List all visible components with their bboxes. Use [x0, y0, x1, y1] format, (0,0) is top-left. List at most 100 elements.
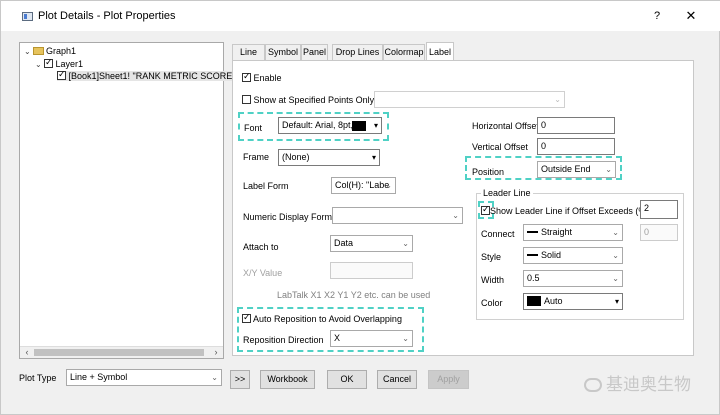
attach-to-dropdown[interactable]: Data ⌄: [330, 235, 413, 252]
tab-line[interactable]: Line: [232, 44, 265, 60]
scroll-right-icon[interactable]: ›: [210, 347, 222, 358]
vertical-offset-value: 0: [541, 141, 547, 151]
show-points-checkbox[interactable]: [242, 95, 251, 104]
plot-checkbox[interactable]: [57, 69, 66, 80]
tree-node-plot[interactable]: [Book1]Sheet1! "RANK METRIC SCORE"(c: [57, 69, 245, 81]
scroll-thumb[interactable]: [34, 349, 204, 356]
window-title: Plot Details - Plot Properties: [38, 10, 176, 22]
chat-bubble-icon: [584, 378, 602, 392]
straight-line-icon: [527, 231, 538, 233]
caret-down-icon: ▾: [371, 153, 376, 162]
auto-reposition-text: Auto Reposition to Avoid Overlapping: [253, 314, 402, 324]
frame-value: (None): [282, 152, 310, 162]
horizontal-scrollbar[interactable]: ‹ ›: [20, 346, 223, 358]
leader-threshold-value: 2: [644, 203, 650, 213]
workbook-button[interactable]: Workbook: [260, 370, 315, 389]
chevron-down-icon[interactable]: ⌄: [35, 60, 44, 69]
show-points-option[interactable]: Show at Specified Points Only: [242, 95, 374, 105]
auto-reposition-checkbox[interactable]: [242, 312, 251, 323]
scroll-left-icon[interactable]: ‹: [21, 347, 33, 358]
tree-node-label: [Book1]Sheet1! "RANK METRIC SCORE"(c: [68, 71, 243, 81]
color-value: Auto: [544, 296, 563, 306]
tree-node-label: Graph1: [46, 46, 77, 56]
ok-button[interactable]: OK: [327, 370, 367, 389]
chevron-down-icon: ⌄: [402, 239, 409, 248]
position-label: Position: [472, 167, 505, 177]
watermark-text: 基迪奥生物: [606, 375, 691, 394]
close-button[interactable]: ✕: [681, 7, 701, 25]
tab-colormap[interactable]: Colormap: [383, 44, 425, 60]
chevron-down-icon: ⌄: [402, 334, 409, 343]
show-leader-line-checkbox[interactable]: [481, 204, 490, 215]
font-color-swatch[interactable]: [352, 121, 366, 131]
label-tab-panel: Enable Show at Specified Points Only ⌄ F…: [232, 60, 694, 356]
reposition-direction-label: Reposition Direction: [243, 335, 324, 345]
cancel-button[interactable]: Cancel: [377, 370, 417, 389]
expand-button[interactable]: >>: [230, 370, 250, 389]
watermark: 基迪奥生物: [584, 370, 691, 395]
style-label: Style: [481, 252, 502, 262]
vertical-offset-input[interactable]: 0: [537, 138, 615, 155]
tab-label[interactable]: Label: [426, 42, 454, 61]
vertical-offset-label: Vertical Offset: [472, 142, 528, 152]
font-value: Default: Arial, 8pt,: [282, 120, 354, 130]
attach-to-value: Data: [334, 238, 354, 248]
show-points-text: Show at Specified Points Only: [253, 95, 375, 105]
chevron-down-icon[interactable]: ⌄: [24, 47, 33, 56]
position-value: Outside End: [541, 164, 591, 174]
caret-down-icon: ▾: [614, 297, 619, 306]
auto-reposition-option[interactable]: Auto Reposition to Avoid Overlapping: [242, 312, 402, 324]
apply-button[interactable]: Apply: [428, 370, 469, 389]
plot-type-label: Plot Type: [19, 373, 57, 383]
label-form-dropdown[interactable]: Col(H): "Labe ⌄: [331, 177, 396, 194]
show-leader-line-option[interactable]: Show Leader Line if Offset Exceeds (%): [481, 204, 649, 216]
xy-value-label: X/Y Value: [243, 268, 283, 278]
chevron-down-icon: ⌄: [605, 165, 612, 174]
caret-down-icon[interactable]: ▾: [374, 118, 378, 133]
plot-type-value: Line + Symbol: [70, 372, 128, 382]
width-value: 0.5: [527, 273, 540, 283]
chevron-down-icon: ⌄: [211, 373, 218, 382]
tree-node-label: Layer1: [55, 59, 84, 69]
tree-node-graph[interactable]: ⌄ Graph1: [24, 46, 76, 56]
object-tree[interactable]: ⌄Graph1 ⌄ Layer1 [Book1]Sheet1! "RANK ME…: [19, 42, 245, 359]
frame-dropdown[interactable]: (None) ▾: [278, 149, 380, 166]
xy-value-input[interactable]: [330, 262, 413, 279]
enable-text: Enable: [253, 73, 282, 83]
font-selector[interactable]: Default: Arial, 8pt, ▾: [278, 117, 382, 134]
chevron-down-icon: ⌄: [554, 95, 561, 104]
chevron-down-icon: ⌄: [612, 251, 619, 260]
leader-threshold-input[interactable]: 2: [640, 200, 678, 219]
labtalk-hint: LabTalk X1 X2 Y1 Y2 etc. can be used: [277, 290, 431, 300]
help-button[interactable]: ?: [647, 7, 667, 25]
tab-drop-lines[interactable]: Drop Lines: [332, 44, 383, 60]
numeric-format-dropdown[interactable]: ⌄: [332, 207, 463, 224]
connect-value: Straight: [541, 227, 573, 237]
chevron-down-icon: ⌄: [385, 181, 392, 190]
enable-checkbox[interactable]: [242, 71, 251, 82]
leader-secondary-input[interactable]: 0: [640, 224, 678, 241]
reposition-direction-value: X: [334, 333, 341, 343]
chevron-down-icon: ⌄: [452, 211, 459, 220]
tab-symbol[interactable]: Symbol: [265, 44, 301, 60]
plot-type-dropdown[interactable]: Line + Symbol ⌄: [66, 369, 222, 386]
chevron-down-icon: ⌄: [612, 228, 619, 237]
color-dropdown[interactable]: Auto ▾: [523, 293, 623, 310]
show-points-dropdown[interactable]: ⌄: [374, 91, 565, 108]
enable-label-option[interactable]: Enable: [242, 71, 282, 83]
label-form-label: Label Form: [243, 181, 289, 191]
folder-icon: [33, 47, 44, 55]
reposition-direction-dropdown[interactable]: X ⌄: [330, 330, 413, 347]
frame-label: Frame: [243, 152, 270, 162]
tree-node-layer[interactable]: ⌄ Layer1: [35, 57, 84, 69]
width-dropdown[interactable]: 0.5 ⌄: [523, 270, 623, 287]
connect-dropdown[interactable]: Straight ⌄: [523, 224, 623, 241]
tab-panel[interactable]: Panel: [301, 44, 328, 60]
title-bar: Plot Details - Plot Properties ? ✕: [1, 1, 720, 31]
horizontal-offset-input[interactable]: 0: [537, 117, 615, 134]
position-dropdown[interactable]: Outside End ⌄: [537, 161, 616, 178]
layer-checkbox[interactable]: [44, 57, 53, 68]
color-swatch: [527, 296, 541, 306]
numeric-format-label: Numeric Display Format: [243, 212, 340, 222]
style-dropdown[interactable]: Solid ⌄: [523, 247, 623, 264]
